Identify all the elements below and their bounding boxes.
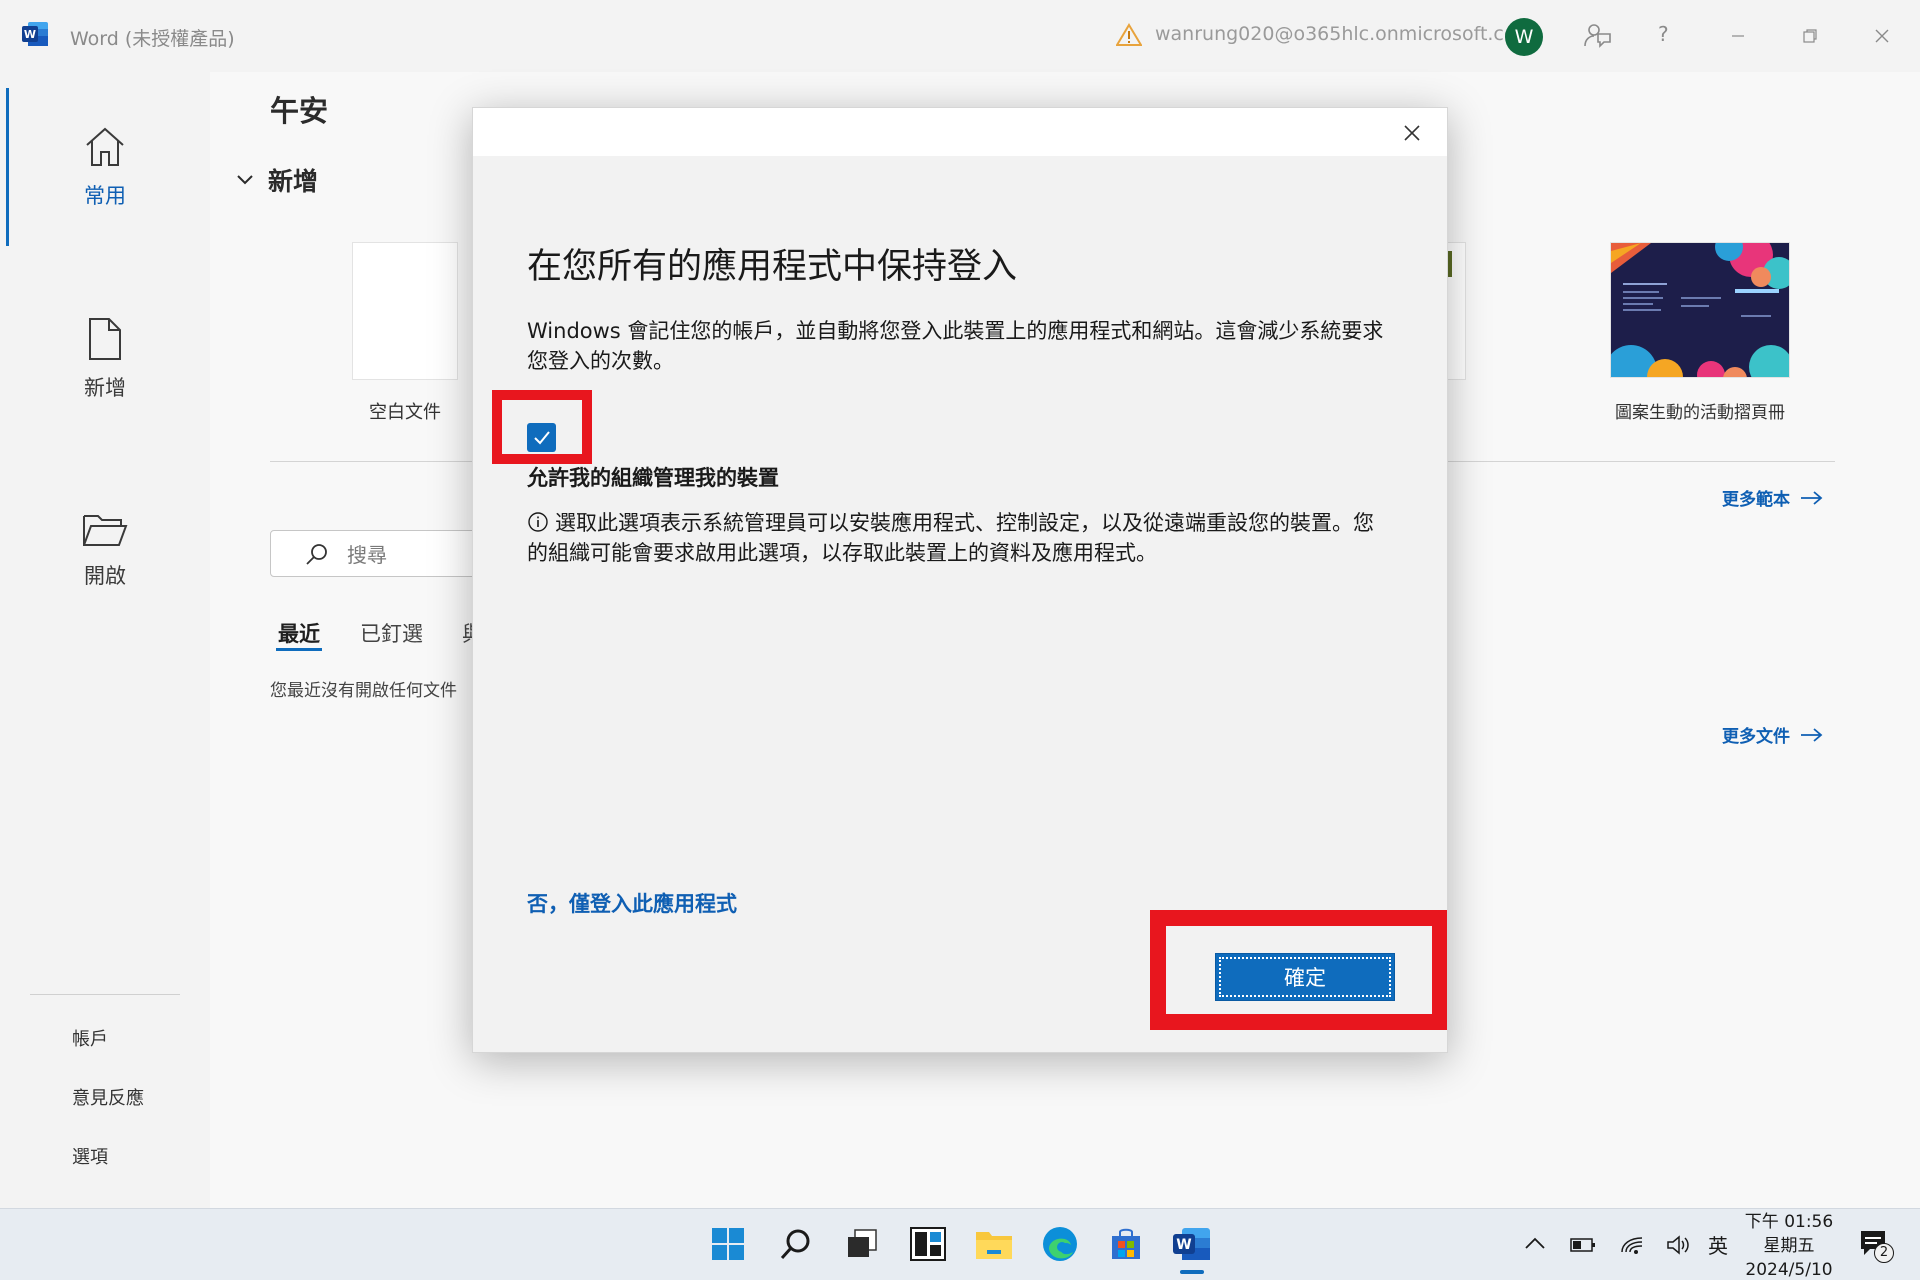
word-icon[interactable]: W [1170,1222,1214,1266]
search-box[interactable]: 搜尋 [270,530,490,577]
open-folder-icon [40,510,170,550]
new-document-icon [40,316,170,362]
warning-icon[interactable] [1116,23,1142,47]
word-logo-icon: W [22,20,50,48]
notification-badge: 2 [1874,1243,1894,1263]
widgets-icon[interactable] [906,1222,950,1266]
stay-signed-in-dialog: 在您所有的應用程式中保持登入 Windows 會記住您的帳戶，並自動將您登入此裝… [472,107,1448,1053]
battery-icon[interactable] [1570,1236,1596,1254]
clock-time: 下午 01:56 [1744,1212,1834,1232]
ok-button[interactable]: 確定 [1215,953,1395,1001]
sidebar-link-options[interactable]: 選項 [72,1143,108,1169]
tab-recent[interactable]: 最近 [278,618,320,648]
info-icon [527,511,549,533]
new-section-toggle[interactable]: 新增 [236,162,318,198]
search-icon [305,542,329,566]
sign-in-this-app-only-link[interactable]: 否，僅登入此應用程式 [527,888,737,918]
template-brochure-thumbnail[interactable] [1610,242,1790,378]
info-text: 選取此選項表示系統管理員可以安裝應用程式、控制設定，以及從遠端重設您的裝置。您的… [527,511,1374,565]
sidebar-item-open[interactable]: 開啟 [40,510,170,590]
sidebar-item-label: 新增 [84,376,126,400]
more-documents-link[interactable]: 更多文件 [1722,722,1824,747]
sidebar-item-home[interactable]: 常用 [40,124,170,210]
sidebar-item-label: 開啟 [84,564,126,588]
minimize-icon[interactable] [1702,0,1774,72]
dialog-description: Windows 會記住您的帳戶，並自動將您登入此裝置上的應用程式和網站。這會減少… [527,319,1384,373]
sidebar-divider [30,994,180,995]
sidebar-item-new[interactable]: 新增 [40,316,170,402]
more-documents-label: 更多文件 [1722,727,1790,747]
wifi-icon[interactable] [1620,1234,1646,1256]
word-running-indicator [1180,1270,1204,1274]
home-icon [40,124,170,170]
tab-pinned[interactable]: 已釘選 [360,618,423,648]
template-blank-thumbnail[interactable] [352,242,458,380]
sidebar-active-indicator [6,88,9,246]
dialog-close-icon[interactable] [1397,118,1427,148]
clock[interactable]: 下午 01:56 星期五 2024/5/10 [1734,1208,1844,1280]
greeting: 午安 [270,94,329,128]
ime-indicator[interactable]: 英 [1708,1230,1728,1259]
account-email[interactable]: wanrung020@o365hlc.onmicrosoft.com [1155,23,1534,45]
template-blank-label[interactable]: 空白文件 [330,398,480,424]
more-templates-link[interactable]: 更多範本 [1722,485,1824,510]
sidebar-item-label: 常用 [84,184,126,208]
dialog-header [473,108,1447,156]
store-icon[interactable] [1104,1222,1148,1266]
tray-chevron-up-icon[interactable] [1524,1236,1546,1250]
chevron-down-icon [236,174,254,186]
file-explorer-icon[interactable] [972,1222,1016,1266]
search-icon[interactable] [774,1222,818,1266]
restore-icon[interactable] [1774,0,1846,72]
volume-icon[interactable] [1666,1234,1692,1256]
arrow-right-icon [1800,727,1824,743]
start-icon[interactable] [706,1222,750,1266]
search-placeholder: 搜尋 [347,543,387,567]
no-recent-message: 您最近沒有開啟任何文件 [270,681,457,701]
edge-icon[interactable] [1038,1222,1082,1266]
new-section-title: 新增 [268,167,319,196]
feedback-icon[interactable] [1582,20,1612,50]
close-window-icon[interactable] [1846,0,1918,72]
sidebar-link-account[interactable]: 帳戶 [72,1025,108,1051]
notification-icon[interactable]: 2 [1858,1228,1894,1263]
window-title: Word (未授權產品) [70,28,235,50]
arrow-right-icon [1800,490,1824,506]
avatar[interactable]: W [1505,18,1543,56]
template-brochure-label[interactable]: 圖案生動的活動摺頁冊 [1582,398,1818,423]
sidebar-link-feedback[interactable]: 意見反應 [72,1084,144,1110]
clock-weekday: 星期五 [1763,1236,1815,1256]
info-block: 選取此選項表示系統管理員可以安裝應用程式、控制設定，以及從遠端重設您的裝置。您的… [527,508,1387,568]
svg-text:W: W [1176,1237,1191,1253]
task-view-icon[interactable] [840,1222,884,1266]
allow-org-manage-checkbox[interactable] [527,423,556,452]
help-icon[interactable]: ? [1658,22,1669,46]
clock-date: 2024/5/10 [1745,1260,1833,1280]
title-bar [0,0,1920,72]
svg-text:W: W [24,28,36,41]
tab-active-underline [276,648,322,651]
more-templates-label: 更多範本 [1722,490,1790,510]
checkbox-label[interactable]: 允許我的組織管理我的裝置 [527,462,779,492]
dialog-title: 在您所有的應用程式中保持登入 [527,247,1018,287]
